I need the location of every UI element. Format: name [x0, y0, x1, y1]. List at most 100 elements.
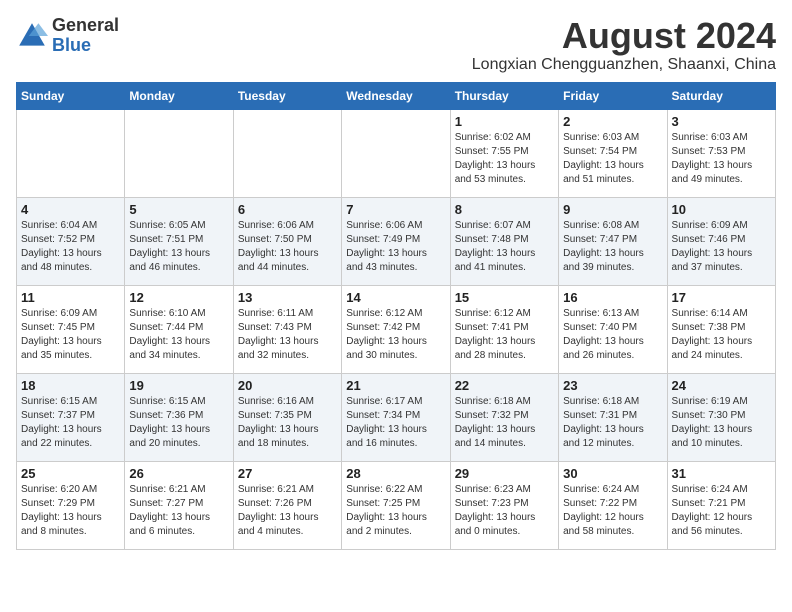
cell-date: 22: [455, 378, 554, 393]
cell-info: Sunrise: 6:04 AM Sunset: 7:52 PM Dayligh…: [21, 219, 120, 275]
cell-info: Sunrise: 6:09 AM Sunset: 7:45 PM Dayligh…: [21, 307, 120, 363]
calendar-cell: 16 Sunrise: 6:13 AM Sunset: 7:40 PM Dayli…: [559, 285, 667, 373]
cell-date: 27: [238, 466, 337, 481]
cell-date: 29: [455, 466, 554, 481]
cell-info: Sunrise: 6:07 AM Sunset: 7:48 PM Dayligh…: [455, 219, 554, 275]
calendar-cell: 12Sunrise: 6:10 AM Sunset: 7:44 PM Dayli…: [125, 285, 233, 373]
calendar-cell: 29 Sunrise: 6:23 AM Sunset: 7:23 PM Dayli…: [450, 461, 558, 549]
cell-date: 11: [21, 290, 120, 305]
week-row-3: 11 Sunrise: 6:09 AM Sunset: 7:45 PM Dayli…: [17, 285, 776, 373]
cell-date: 7: [346, 202, 445, 217]
logo-text: General Blue: [52, 16, 119, 56]
calendar-cell: 3 Sunrise: 6:03 AM Sunset: 7:53 PM Daylig…: [667, 109, 775, 197]
cell-date: 8: [455, 202, 554, 217]
cell-info: Sunrise: 6:16 AM Sunset: 7:35 PM Dayligh…: [238, 395, 337, 451]
cell-info: Sunrise: 6:11 AM Sunset: 7:43 PM Dayligh…: [238, 307, 337, 363]
cell-info: Sunrise: 6:24 AM Sunset: 7:22 PM Dayligh…: [563, 483, 662, 539]
header-row: SundayMondayTuesdayWednesdayThursdayFrid…: [17, 82, 776, 109]
cell-info: Sunrise: 6:08 AM Sunset: 7:47 PM Dayligh…: [563, 219, 662, 275]
calendar-cell: 24Sunrise: 6:19 AM Sunset: 7:30 PM Dayli…: [667, 373, 775, 461]
calendar-cell: 1Sunrise: 6:02 AM Sunset: 7:55 PM Daylig…: [450, 109, 558, 197]
logo-blue: Blue: [52, 35, 91, 55]
calendar-cell: [125, 109, 233, 197]
week-row-4: 18 Sunrise: 6:15 AM Sunset: 7:37 PM Dayli…: [17, 373, 776, 461]
day-header-wednesday: Wednesday: [342, 82, 450, 109]
day-header-friday: Friday: [559, 82, 667, 109]
day-header-saturday: Saturday: [667, 82, 775, 109]
day-header-tuesday: Tuesday: [233, 82, 341, 109]
calendar-cell: 26 Sunrise: 6:21 AM Sunset: 7:27 PM Dayli…: [125, 461, 233, 549]
cell-date: 18: [21, 378, 120, 393]
cell-info: Sunrise: 6:13 AM Sunset: 7:40 PM Dayligh…: [563, 307, 662, 363]
calendar-cell: 23 Sunrise: 6:18 AM Sunset: 7:31 PM Dayli…: [559, 373, 667, 461]
cell-info: Sunrise: 6:22 AM Sunset: 7:25 PM Dayligh…: [346, 483, 445, 539]
cell-info: Sunrise: 6:18 AM Sunset: 7:31 PM Dayligh…: [563, 395, 662, 451]
cell-info: Sunrise: 6:12 AM Sunset: 7:42 PM Dayligh…: [346, 307, 445, 363]
cell-date: 20: [238, 378, 337, 393]
day-header-monday: Monday: [125, 82, 233, 109]
calendar-cell: 13 Sunrise: 6:11 AM Sunset: 7:43 PM Dayli…: [233, 285, 341, 373]
calendar-cell: [17, 109, 125, 197]
cell-date: 13: [238, 290, 337, 305]
cell-date: 14: [346, 290, 445, 305]
calendar-cell: 14 Sunrise: 6:12 AM Sunset: 7:42 PM Dayli…: [342, 285, 450, 373]
week-row-5: 25Sunrise: 6:20 AM Sunset: 7:29 PM Dayli…: [17, 461, 776, 549]
cell-info: Sunrise: 6:06 AM Sunset: 7:50 PM Dayligh…: [238, 219, 337, 275]
day-header-thursday: Thursday: [450, 82, 558, 109]
calendar-cell: 10Sunrise: 6:09 AM Sunset: 7:46 PM Dayli…: [667, 197, 775, 285]
cell-date: 10: [672, 202, 771, 217]
subtitle: Longxian Chengguanzhen, Shaanxi, China: [472, 56, 776, 74]
cell-date: 25: [21, 466, 120, 481]
cell-info: Sunrise: 6:17 AM Sunset: 7:34 PM Dayligh…: [346, 395, 445, 451]
cell-info: Sunrise: 6:23 AM Sunset: 7:23 PM Dayligh…: [455, 483, 554, 539]
cell-date: 3: [672, 114, 771, 129]
calendar-table: SundayMondayTuesdayWednesdayThursdayFrid…: [16, 82, 776, 550]
calendar-cell: 28Sunrise: 6:22 AM Sunset: 7:25 PM Dayli…: [342, 461, 450, 549]
cell-info: Sunrise: 6:14 AM Sunset: 7:38 PM Dayligh…: [672, 307, 771, 363]
calendar-cell: 21Sunrise: 6:17 AM Sunset: 7:34 PM Dayli…: [342, 373, 450, 461]
cell-date: 6: [238, 202, 337, 217]
header: General Blue August 2024 Longxian Chengg…: [16, 16, 776, 74]
cell-info: Sunrise: 6:05 AM Sunset: 7:51 PM Dayligh…: [129, 219, 228, 275]
calendar-cell: 6 Sunrise: 6:06 AM Sunset: 7:50 PM Daylig…: [233, 197, 341, 285]
calendar-cell: [233, 109, 341, 197]
cell-date: 30: [563, 466, 662, 481]
week-row-2: 4 Sunrise: 6:04 AM Sunset: 7:52 PM Daylig…: [17, 197, 776, 285]
calendar-cell: 18 Sunrise: 6:15 AM Sunset: 7:37 PM Dayli…: [17, 373, 125, 461]
calendar-cell: 15Sunrise: 6:12 AM Sunset: 7:41 PM Dayli…: [450, 285, 558, 373]
calendar-cell: 22Sunrise: 6:18 AM Sunset: 7:32 PM Dayli…: [450, 373, 558, 461]
cell-info: Sunrise: 6:15 AM Sunset: 7:36 PM Dayligh…: [129, 395, 228, 451]
day-header-sunday: Sunday: [17, 82, 125, 109]
calendar-cell: 2 Sunrise: 6:03 AM Sunset: 7:54 PM Daylig…: [559, 109, 667, 197]
cell-info: Sunrise: 6:10 AM Sunset: 7:44 PM Dayligh…: [129, 307, 228, 363]
cell-info: Sunrise: 6:21 AM Sunset: 7:27 PM Dayligh…: [129, 483, 228, 539]
calendar-cell: 9Sunrise: 6:08 AM Sunset: 7:47 PM Daylig…: [559, 197, 667, 285]
logo-general: General: [52, 15, 119, 35]
cell-date: 2: [563, 114, 662, 129]
cell-date: 26: [129, 466, 228, 481]
cell-info: Sunrise: 6:06 AM Sunset: 7:49 PM Dayligh…: [346, 219, 445, 275]
cell-info: Sunrise: 6:03 AM Sunset: 7:54 PM Dayligh…: [563, 131, 662, 187]
main-title: August 2024: [472, 16, 776, 56]
cell-info: Sunrise: 6:24 AM Sunset: 7:21 PM Dayligh…: [672, 483, 771, 539]
calendar-cell: 11 Sunrise: 6:09 AM Sunset: 7:45 PM Dayli…: [17, 285, 125, 373]
cell-date: 16: [563, 290, 662, 305]
cell-date: 4: [21, 202, 120, 217]
cell-date: 17: [672, 290, 771, 305]
logo: General Blue: [16, 16, 119, 56]
calendar-cell: 27 Sunrise: 6:21 AM Sunset: 7:26 PM Dayli…: [233, 461, 341, 549]
calendar-cell: [342, 109, 450, 197]
cell-info: Sunrise: 6:21 AM Sunset: 7:26 PM Dayligh…: [238, 483, 337, 539]
week-row-1: 1Sunrise: 6:02 AM Sunset: 7:55 PM Daylig…: [17, 109, 776, 197]
cell-info: Sunrise: 6:03 AM Sunset: 7:53 PM Dayligh…: [672, 131, 771, 187]
cell-info: Sunrise: 6:15 AM Sunset: 7:37 PM Dayligh…: [21, 395, 120, 451]
calendar-cell: 25Sunrise: 6:20 AM Sunset: 7:29 PM Dayli…: [17, 461, 125, 549]
calendar-cell: 4 Sunrise: 6:04 AM Sunset: 7:52 PM Daylig…: [17, 197, 125, 285]
calendar-cell: 30 Sunrise: 6:24 AM Sunset: 7:22 PM Dayli…: [559, 461, 667, 549]
calendar-cell: 19Sunrise: 6:15 AM Sunset: 7:36 PM Dayli…: [125, 373, 233, 461]
cell-info: Sunrise: 6:19 AM Sunset: 7:30 PM Dayligh…: [672, 395, 771, 451]
title-section: August 2024 Longxian Chengguanzhen, Shaa…: [472, 16, 776, 74]
cell-date: 23: [563, 378, 662, 393]
calendar-cell: 5Sunrise: 6:05 AM Sunset: 7:51 PM Daylig…: [125, 197, 233, 285]
cell-date: 31: [672, 466, 771, 481]
